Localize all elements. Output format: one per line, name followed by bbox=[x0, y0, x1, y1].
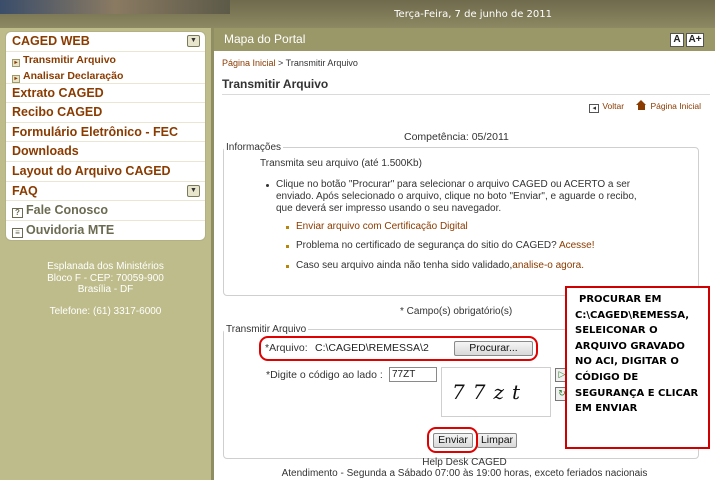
help-desk: Help Desk CAGED Atendimento - Segunda a … bbox=[214, 457, 715, 479]
sidebar-item-label: Recibo CAGED bbox=[12, 105, 103, 120]
sidebar-item-label: CAGED WEB bbox=[12, 34, 90, 48]
sidebar-item-layout-arquivo[interactable]: Layout do Arquivo CAGED bbox=[6, 162, 205, 182]
help-hours: Atendimento - Segunda a Sábado 07:00 às … bbox=[281, 468, 648, 479]
info-intro: Transmita seu arquivo (até 1.500Kb) bbox=[260, 158, 422, 169]
code-label: *Digite o código ao lado : bbox=[266, 369, 383, 381]
security-code-input[interactable]: 77ZT bbox=[389, 367, 437, 382]
validate-text: Caso seu arquivo ainda não tenha sido va… bbox=[296, 260, 513, 271]
analyze-now-link[interactable]: analise-o agora. bbox=[512, 260, 584, 271]
home-icon[interactable] bbox=[636, 100, 647, 110]
address-line: Esplanada dos Ministérios bbox=[47, 261, 164, 272]
bullet-square bbox=[286, 265, 289, 268]
info-legend: Informações bbox=[226, 142, 282, 153]
transmit-legend: Transmitir Arquivo bbox=[226, 324, 307, 335]
site-map-link[interactable]: Mapa do Portal bbox=[224, 32, 305, 46]
breadcrumb-separator: > bbox=[275, 58, 286, 68]
problem-text: Problema no certificado de segurança do … bbox=[296, 240, 559, 251]
required-note: * Campo(s) obrigatório(s) bbox=[400, 306, 513, 317]
access-link[interactable]: Acesse! bbox=[559, 240, 595, 251]
home-link[interactable]: Página Inicial bbox=[650, 101, 701, 111]
sidebar-item-caged-web[interactable]: CAGED WEB ▼ bbox=[6, 32, 205, 52]
sidebar: CAGED WEB ▼ ▸ Transmitir Arquivo ▸ Analisa… bbox=[0, 28, 211, 480]
info-cert-item: Enviar arquivo com Certificação Digital bbox=[296, 221, 468, 233]
back-link[interactable]: Voltar bbox=[602, 101, 624, 111]
info-line: Clique no botão "Procurar" para selecion… bbox=[276, 179, 631, 190]
info-problem-item: Problema no certificado de segurança do … bbox=[296, 240, 595, 252]
sidebar-item-analisar-declaracao[interactable]: ▸ Analisar Declaração bbox=[6, 68, 205, 84]
chat-icon: ≡ bbox=[12, 227, 23, 238]
font-decrease-button[interactable]: A bbox=[670, 33, 684, 47]
clear-button[interactable]: Limpar bbox=[477, 433, 517, 448]
sidebar-item-transmitir-arquivo[interactable]: ▸ Transmitir Arquivo bbox=[6, 52, 205, 68]
sidebar-item-faq[interactable]: FAQ ▼ bbox=[6, 182, 205, 202]
sidebar-item-label: Fale Conosco bbox=[26, 203, 108, 218]
sidebar-item-label: FAQ bbox=[12, 183, 38, 198]
bullet-dot bbox=[266, 184, 269, 187]
address: Esplanada dos Ministérios Bloco F - CEP:… bbox=[0, 261, 211, 296]
sidebar-item-label: Layout do Arquivo CAGED bbox=[12, 163, 171, 178]
address-line: Brasília - DF bbox=[77, 284, 134, 295]
sidebar-item-label: Formulário Eletrônico - FEC bbox=[12, 124, 178, 139]
callout-line: CÓDIGO DE bbox=[575, 371, 639, 383]
digital-cert-link[interactable]: Enviar arquivo com Certificação Digital bbox=[296, 221, 468, 232]
main-header: Mapa do Portal A A+ bbox=[214, 28, 715, 51]
highlight-send-oval bbox=[427, 427, 478, 453]
page-actions: ◂ Voltar Página Inicial bbox=[589, 100, 701, 113]
instruction-callout: PROCURAR EM C:\CAGED\REMESSA, SELEICONAR… bbox=[565, 286, 710, 449]
info-line: que deverá ser impresso usando o seu nav… bbox=[276, 203, 502, 214]
sidebar-item-label: Transmitir Arquivo bbox=[23, 53, 116, 66]
callout-line: PROCURAR EM bbox=[579, 294, 662, 305]
callout-line: SEGURANÇA E CLICAR bbox=[575, 387, 699, 399]
callout-line: EM ENVIAR bbox=[575, 403, 638, 415]
sidebar-item-recibo-caged[interactable]: Recibo CAGED bbox=[6, 103, 205, 123]
sidebar-menu: CAGED WEB ▼ ▸ Transmitir Arquivo ▸ Analisa… bbox=[5, 31, 206, 242]
bullet-icon: ▸ bbox=[12, 74, 20, 83]
sidebar-item-extrato-caged[interactable]: Extrato CAGED bbox=[6, 84, 205, 104]
page-title: Transmitir Arquivo bbox=[222, 77, 329, 91]
help-title: Help Desk CAGED bbox=[422, 457, 507, 468]
sidebar-item-downloads[interactable]: Downloads bbox=[6, 142, 205, 162]
sidebar-item-label: Ouvidoria MTE bbox=[26, 222, 115, 237]
font-increase-button[interactable]: A+ bbox=[686, 33, 704, 47]
sidebar-item-ouvidoria[interactable]: ≡ Ouvidoria MTE bbox=[6, 221, 205, 241]
sidebar-item-label: Analisar Declaração bbox=[23, 69, 124, 82]
breadcrumb-current: Transmitir Arquivo bbox=[285, 58, 358, 68]
question-icon: ? bbox=[12, 208, 23, 219]
chevron-down-icon[interactable]: ▼ bbox=[187, 35, 200, 47]
back-icon[interactable]: ◂ bbox=[589, 104, 600, 113]
highlight-file-oval bbox=[259, 336, 538, 361]
bullet-square bbox=[286, 245, 289, 248]
callout-line: ARQUIVO GRAVADO bbox=[575, 340, 685, 352]
callout-line: NO ACI, DIGITAR O bbox=[575, 356, 679, 368]
sidebar-item-label: Downloads bbox=[12, 144, 79, 159]
top-banner: Terça-Feira, 7 de junho de 2011 bbox=[0, 0, 715, 28]
callout-line: SELEICONAR O bbox=[575, 325, 658, 337]
chevron-down-icon[interactable]: ▼ bbox=[187, 184, 200, 197]
bullet-icon: ▸ bbox=[12, 58, 20, 67]
banner-image bbox=[0, 0, 230, 14]
phone-number: Telefone: (61) 3317-6000 bbox=[49, 306, 162, 317]
breadcrumb: Página Inicial > Transmitir Arquivo bbox=[222, 58, 358, 68]
address-line: Bloco F - CEP: 70059-900 bbox=[47, 272, 164, 284]
breadcrumb-home-link[interactable]: Página Inicial bbox=[222, 58, 276, 68]
info-validate-item: Caso seu arquivo ainda não tenha sido va… bbox=[296, 260, 584, 272]
current-date: Terça-Feira, 7 de junho de 2011 bbox=[394, 9, 552, 20]
bullet-square bbox=[286, 226, 289, 229]
captcha-image: 77zt bbox=[441, 367, 551, 417]
callout-line: C:\CAGED\REMESSA, bbox=[575, 309, 690, 321]
sidebar-item-formulario-fec[interactable]: Formulário Eletrônico - FEC bbox=[6, 123, 205, 143]
title-divider bbox=[222, 94, 710, 95]
info-line: enviado. Após selecionado o arquivo, cli… bbox=[276, 191, 637, 202]
sidebar-item-fale-conosco[interactable]: ? Fale Conosco bbox=[6, 201, 205, 221]
sidebar-item-label: Extrato CAGED bbox=[12, 85, 104, 100]
